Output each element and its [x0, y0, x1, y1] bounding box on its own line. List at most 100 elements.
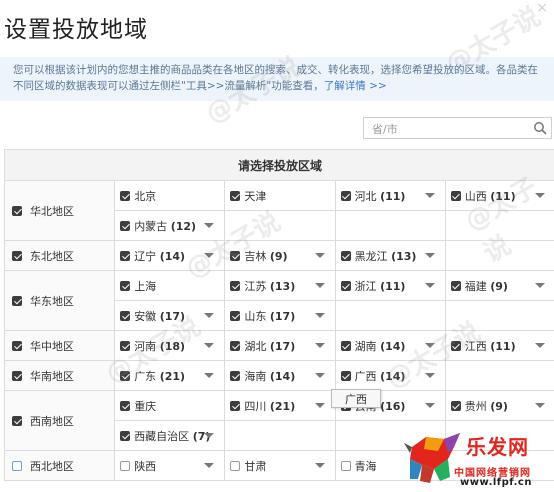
province-cell[interactable]: 四川 (21) [224, 390, 336, 421]
region-group-cell[interactable]: 西南地区 [3, 390, 116, 451]
province-cell[interactable]: 山西 (11) [444, 180, 554, 211]
province-checkbox[interactable] [230, 400, 241, 411]
province-cell[interactable]: 辽宁 (14) [114, 240, 226, 271]
province-checkbox[interactable] [120, 250, 131, 261]
province-cell[interactable]: 上海 [114, 270, 226, 301]
chevron-down-icon[interactable] [314, 373, 325, 378]
province-cell[interactable]: 湖南 (14) [334, 330, 446, 361]
province-checkbox[interactable] [120, 340, 131, 351]
region-group-label: 东北地区 [30, 249, 74, 263]
chevron-down-icon[interactable] [424, 193, 435, 198]
province-checkbox[interactable] [450, 280, 461, 291]
region-group-cell[interactable]: 华北地区 [3, 180, 116, 241]
province-cell[interactable]: 福建 (9) [444, 270, 554, 301]
province-checkbox[interactable] [340, 280, 351, 291]
region-group-cell[interactable]: 华南地区 [3, 360, 116, 391]
province-cell[interactable]: 内蒙古 (12) [114, 210, 226, 241]
province-checkbox[interactable] [230, 310, 241, 321]
region-group-checkbox[interactable] [12, 415, 22, 426]
search-input[interactable] [370, 119, 534, 140]
province-checkbox[interactable] [120, 190, 131, 201]
chevron-down-icon[interactable] [204, 313, 215, 318]
chevron-down-icon[interactable] [314, 253, 325, 258]
province-cell[interactable]: 甘肃 [224, 450, 336, 481]
chevron-down-icon[interactable] [424, 283, 435, 288]
region-group-checkbox[interactable] [12, 250, 22, 261]
province-cell[interactable]: 江苏 (13) [224, 270, 336, 301]
province-cell[interactable]: 河北 (11) [334, 180, 446, 211]
province-checkbox[interactable] [120, 310, 131, 321]
region-group-cell[interactable]: 东北地区 [3, 240, 116, 271]
province-checkbox[interactable] [120, 430, 131, 441]
chevron-down-icon[interactable] [204, 253, 215, 258]
chevron-down-icon[interactable] [424, 253, 435, 258]
chevron-down-icon[interactable] [535, 283, 545, 288]
chevron-down-icon[interactable] [204, 343, 215, 348]
province-cell[interactable]: 海南 (14) [224, 360, 336, 391]
region-group-checkbox[interactable] [12, 295, 22, 306]
province-checkbox[interactable] [120, 460, 131, 471]
close-icon[interactable]: × [536, 0, 548, 16]
region-group-cell[interactable]: 华东地区 [3, 270, 116, 331]
chevron-down-icon[interactable] [314, 343, 325, 348]
chevron-down-icon[interactable] [424, 403, 435, 408]
chevron-down-icon[interactable] [314, 283, 325, 288]
province-cell[interactable]: 黑龙江 (13) [334, 240, 446, 271]
province-checkbox[interactable] [120, 220, 131, 231]
province-cell[interactable]: 广西 (14) [334, 360, 446, 391]
region-group-cell[interactable]: 华中地区 [3, 330, 116, 361]
province-cell[interactable]: 山东 (17) [224, 300, 336, 331]
province-checkbox[interactable] [450, 190, 461, 201]
province-cell[interactable]: 北京 [114, 180, 226, 211]
province-cell[interactable]: 吉林 (9) [224, 240, 336, 271]
province-checkbox[interactable] [340, 250, 351, 261]
chevron-down-icon[interactable] [204, 463, 215, 468]
province-cell[interactable]: 天津 [224, 180, 336, 211]
province-checkbox[interactable] [340, 190, 351, 201]
province-cell[interactable]: 江西 (11) [444, 330, 554, 361]
province-cell[interactable]: 广东 (21) [114, 360, 226, 391]
province-checkbox[interactable] [230, 370, 241, 381]
chevron-down-icon[interactable] [314, 403, 325, 408]
province-checkbox[interactable] [120, 400, 131, 411]
chevron-down-icon[interactable] [424, 373, 435, 378]
empty-cell [444, 210, 554, 241]
chevron-down-icon[interactable] [204, 373, 215, 378]
chevron-down-icon[interactable] [535, 403, 545, 408]
province-cell[interactable]: 湖北 (17) [224, 330, 336, 361]
province-checkbox[interactable] [120, 370, 131, 381]
province-checkbox[interactable] [450, 400, 461, 411]
province-cell[interactable]: 安徽 (17) [114, 300, 226, 331]
province-cell[interactable]: 陕西 [114, 450, 226, 481]
province-cell[interactable]: 西藏自治区 (7) [114, 420, 226, 451]
chevron-down-icon[interactable] [314, 313, 325, 318]
learn-more-link[interactable]: 了解详情 >> [324, 80, 387, 92]
province-cell[interactable]: 重庆 [114, 390, 226, 421]
province-cell[interactable]: 河南 (18) [114, 330, 226, 361]
province-checkbox[interactable] [230, 460, 241, 471]
chevron-down-icon[interactable] [535, 193, 545, 198]
chevron-down-icon[interactable] [535, 343, 545, 348]
province-checkbox[interactable] [340, 370, 351, 381]
province-checkbox[interactable] [230, 250, 241, 261]
chevron-down-icon[interactable] [314, 463, 325, 468]
province-checkbox[interactable] [230, 280, 241, 291]
chevron-down-icon[interactable] [424, 343, 435, 348]
province-checkbox[interactable] [230, 340, 241, 351]
chevron-down-icon[interactable] [204, 433, 215, 438]
province-checkbox[interactable] [450, 340, 461, 351]
province-cell[interactable]: 浙江 (11) [334, 270, 446, 301]
search-icon[interactable] [533, 121, 547, 135]
region-group-checkbox[interactable] [12, 205, 22, 216]
region-group-cell[interactable]: 西北地区 [3, 450, 116, 481]
province-checkbox[interactable] [230, 190, 241, 201]
region-group-checkbox[interactable] [12, 340, 22, 351]
province-checkbox[interactable] [120, 280, 131, 291]
province-checkbox[interactable] [340, 460, 351, 471]
province-cell[interactable]: 贵州 (9) [444, 390, 554, 421]
province-checkbox[interactable] [340, 340, 351, 351]
chevron-down-icon[interactable] [204, 223, 215, 228]
province-name: 浙江 [354, 279, 377, 293]
region-group-checkbox[interactable] [12, 460, 22, 471]
region-group-checkbox[interactable] [12, 370, 22, 381]
